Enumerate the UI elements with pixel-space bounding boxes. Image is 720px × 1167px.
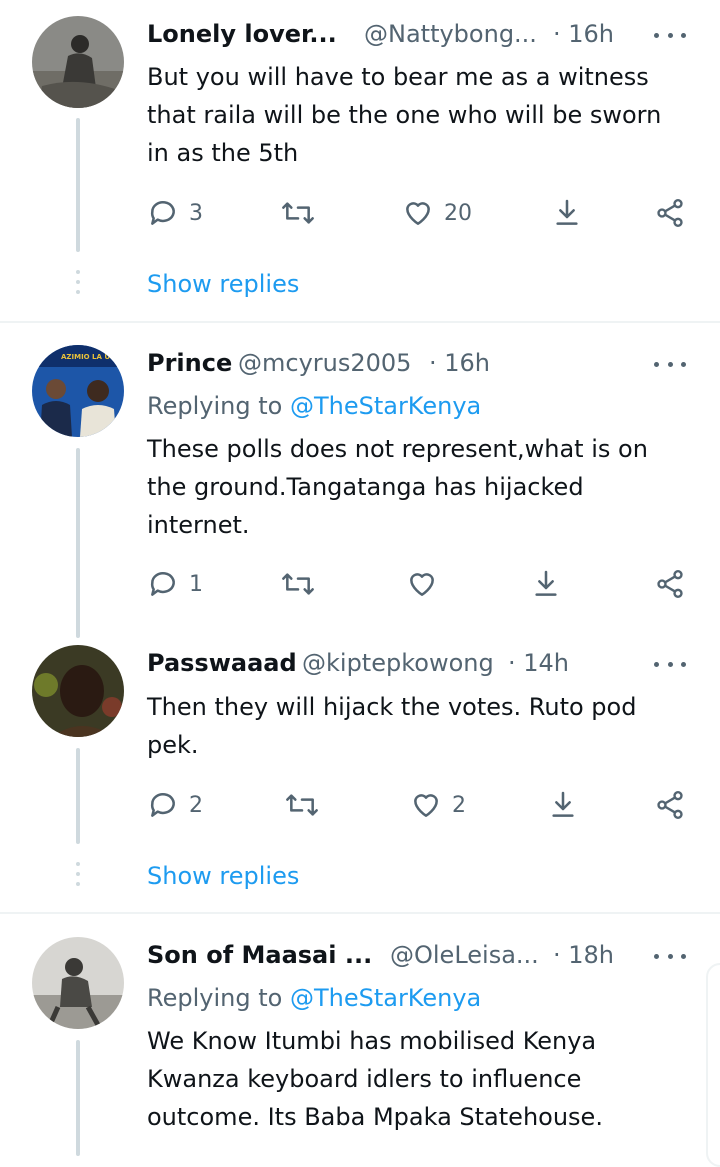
like-button[interactable]: 2: [410, 789, 466, 821]
display-name[interactable]: Prince: [147, 349, 232, 377]
like-icon: [410, 573, 434, 596]
tweet-text: These polls does not represent,what is o…: [147, 435, 648, 539]
share-icon: [657, 199, 683, 227]
reply-count: 1: [189, 571, 203, 597]
like-button[interactable]: [406, 568, 448, 600]
more-icon[interactable]: [654, 358, 686, 370]
replying-label: Replying to: [147, 392, 283, 420]
reply-icon: [150, 793, 175, 817]
like-icon: [414, 794, 438, 817]
like-count: 20: [444, 200, 472, 226]
tweet-time[interactable]: · 16h: [553, 20, 614, 48]
tweet-text: But you will have to bear me as a witnes…: [147, 63, 662, 167]
avatar-son-of-maasai[interactable]: [32, 937, 124, 1029]
user-handle[interactable]: @mcyrus2005: [238, 349, 411, 377]
like-icon: [406, 202, 430, 225]
thread-line: [76, 118, 80, 252]
more-icon[interactable]: [654, 950, 686, 962]
retweet-button[interactable]: [280, 197, 326, 229]
share-icon: [657, 570, 683, 598]
display-name[interactable]: Lonely lover...: [147, 20, 337, 48]
tweet-time[interactable]: · 18h: [553, 941, 614, 969]
thread-line: [76, 1040, 80, 1156]
thread-dots: [76, 862, 80, 892]
reply-icon: [150, 201, 175, 225]
compose-card-edge: [706, 963, 720, 1167]
retweet-icon: [282, 202, 314, 224]
replying-handle-link[interactable]: @TheStarKenya: [290, 392, 481, 420]
reply-count: 2: [189, 792, 203, 818]
user-handle[interactable]: @Nattybong...: [364, 20, 537, 48]
more-icon[interactable]: [654, 658, 686, 670]
send-button[interactable]: [551, 197, 583, 229]
tweet-time[interactable]: · 14h: [508, 649, 569, 677]
thread-line: [76, 448, 80, 638]
show-replies-link[interactable]: Show replies: [147, 270, 299, 298]
reply-button[interactable]: 1: [147, 568, 203, 600]
display-name[interactable]: Son of Maasai ...: [147, 941, 372, 969]
share-button[interactable]: [654, 789, 686, 821]
replying-handle-link[interactable]: @TheStarKenya: [290, 984, 481, 1012]
like-count: 2: [452, 792, 466, 818]
thread-dots: [76, 270, 80, 300]
more-icon[interactable]: [654, 29, 686, 41]
reply-icon: [150, 572, 175, 596]
separator: [0, 912, 720, 914]
retweet-icon: [282, 573, 314, 595]
avatar-caption: AZIMIO LA UMO: [61, 353, 123, 361]
retweet-button[interactable]: [280, 568, 326, 600]
thread-line: [76, 748, 80, 844]
replying-to: Replying to @TheStarKenya: [147, 984, 481, 1012]
avatar-lonely-lover[interactable]: [32, 16, 124, 108]
separator: [0, 321, 720, 323]
tweet-text: We Know Itumbi has mobilised Kenya Kwanz…: [147, 1027, 603, 1131]
share-button[interactable]: [654, 568, 686, 600]
user-handle[interactable]: @OleLeisa...: [390, 941, 539, 969]
show-replies-link[interactable]: Show replies: [147, 862, 299, 890]
avatar-prince[interactable]: AZIMIO LA UMO: [32, 345, 124, 437]
tweet-time[interactable]: · 16h: [429, 349, 490, 377]
share-icon: [657, 791, 683, 819]
avatar-passwaaad[interactable]: [32, 645, 124, 737]
reply-button[interactable]: 2: [147, 789, 203, 821]
user-handle[interactable]: @kiptepkowong: [302, 649, 494, 677]
like-button[interactable]: 20: [402, 197, 472, 229]
retweet-icon: [286, 794, 318, 816]
display-name[interactable]: Passwaaad: [147, 649, 297, 677]
send-button[interactable]: [547, 789, 579, 821]
share-button[interactable]: [654, 197, 686, 229]
send-icon: [535, 570, 557, 596]
reply-count: 3: [189, 200, 203, 226]
tweet-text: Then they will hijack the votes. Ruto po…: [147, 693, 637, 759]
send-icon: [556, 199, 578, 225]
replying-to: Replying to @TheStarKenya: [147, 392, 481, 420]
reply-button[interactable]: 3: [147, 197, 203, 229]
retweet-button[interactable]: [284, 789, 330, 821]
replying-label: Replying to: [147, 984, 283, 1012]
send-icon: [552, 791, 574, 817]
send-button[interactable]: [530, 568, 562, 600]
